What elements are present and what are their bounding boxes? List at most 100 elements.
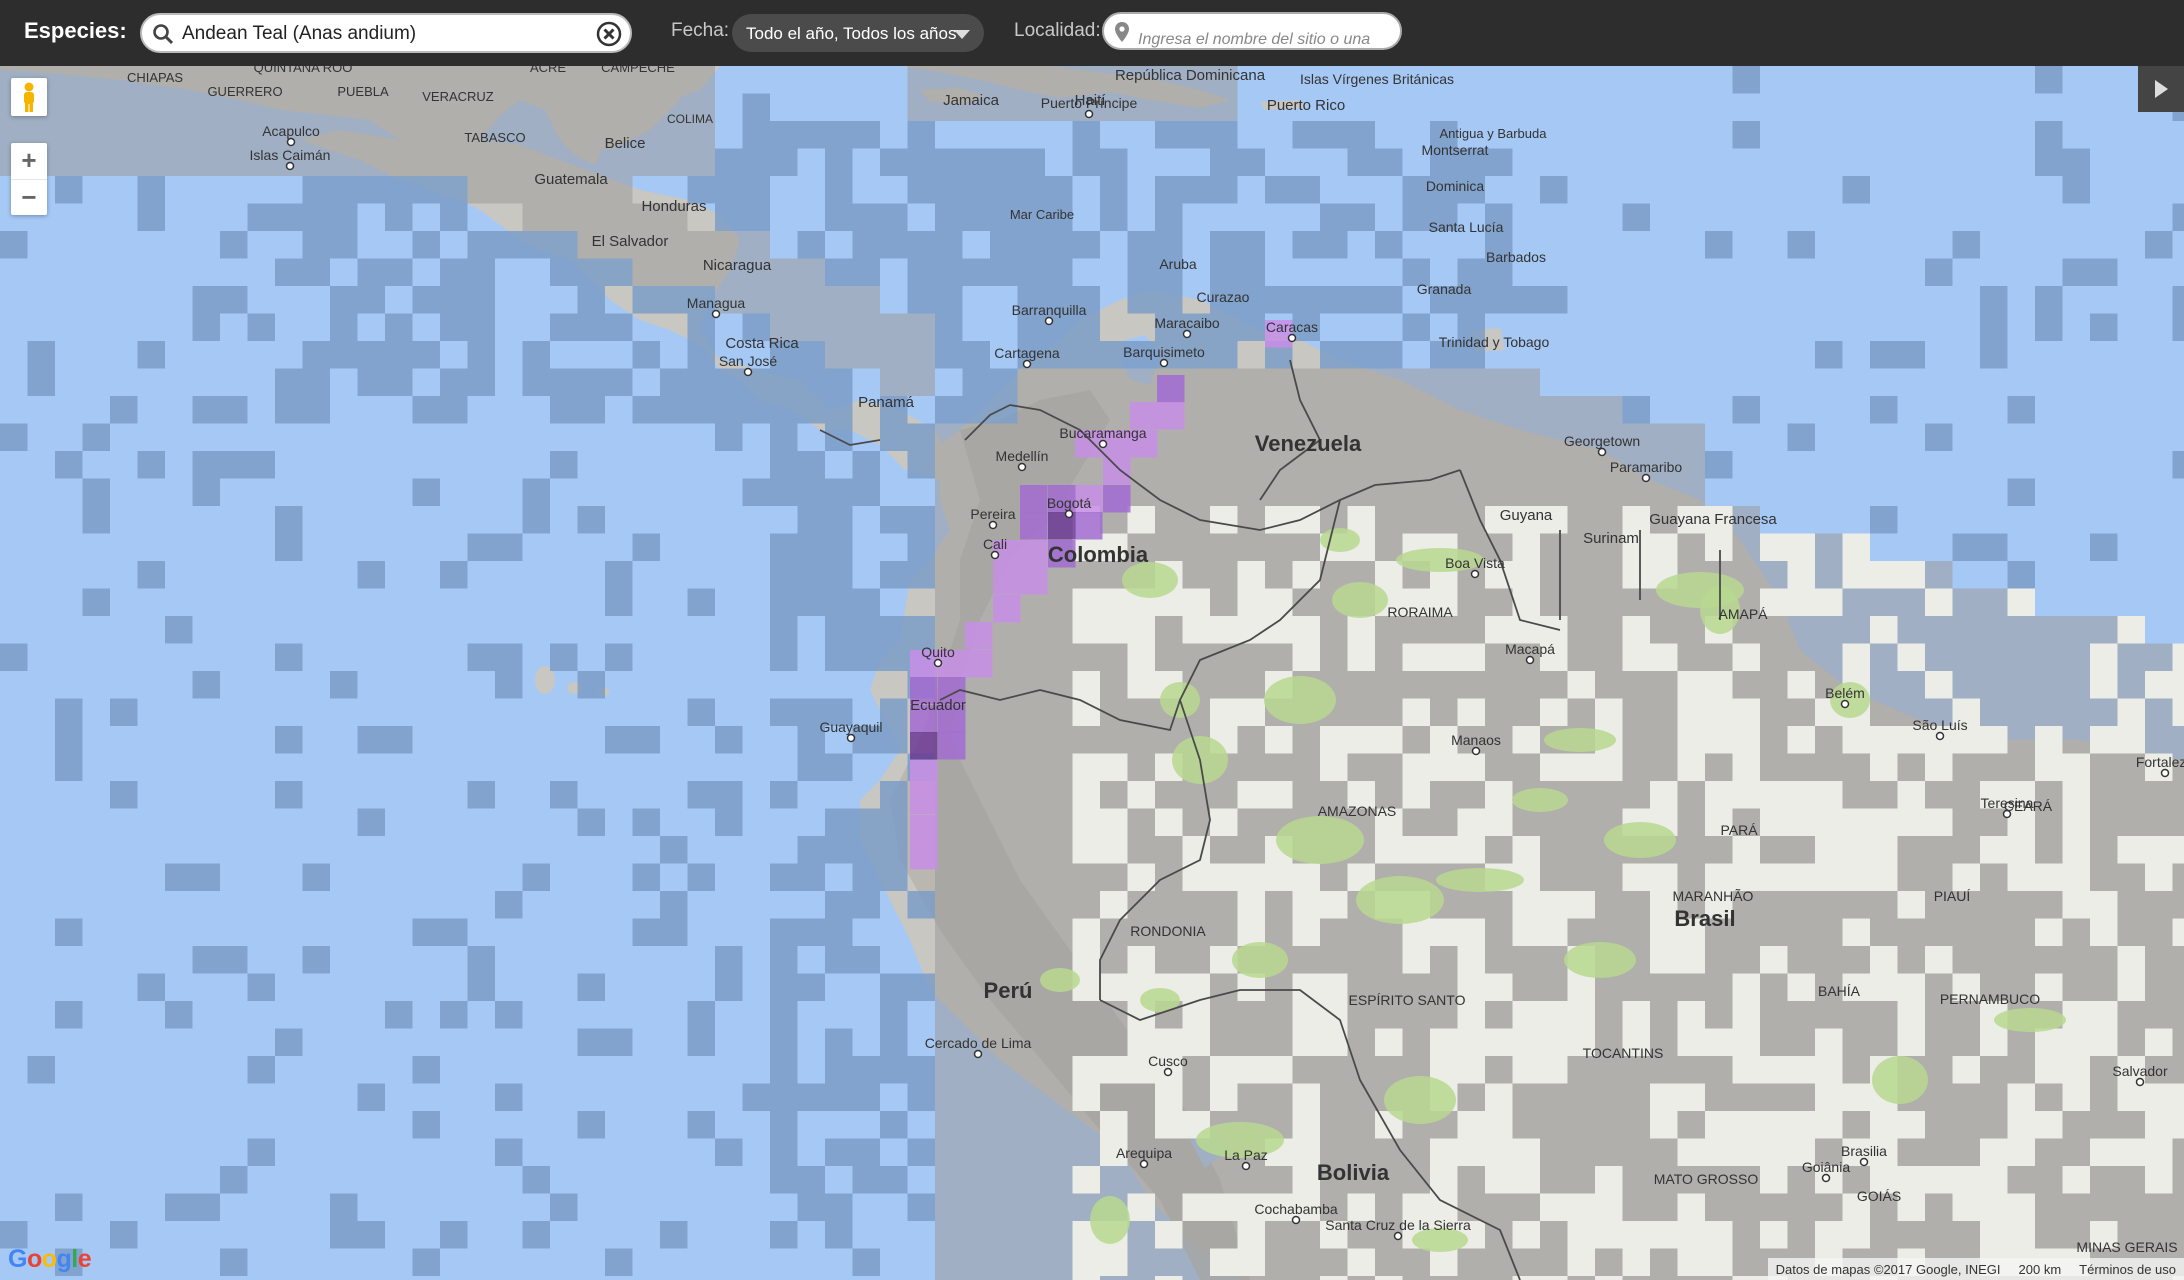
street-view-pegman[interactable] (11, 78, 47, 116)
effort-cell (770, 1111, 798, 1139)
effort-cell (1265, 753, 1293, 781)
effort-cell-unsampled (1980, 1028, 2008, 1056)
effort-cell-unsampled (1870, 561, 1898, 589)
effort-cell (1787, 1028, 1815, 1056)
effort-cell (2172, 973, 2184, 1001)
effort-cell (577, 506, 605, 534)
effort-cell (1925, 918, 1953, 946)
effort-cell (1650, 423, 1678, 451)
location-input[interactable]: Ingresa el nombre del sitio o una direcc… (1102, 12, 1402, 87)
effort-cell (1485, 671, 1513, 699)
effort-cell-unsampled (2062, 781, 2090, 809)
effort-cell (687, 1111, 715, 1139)
effort-cell (2090, 1111, 2118, 1139)
terms-link[interactable]: Términos de uso (2079, 1262, 2176, 1280)
effort-cell (192, 671, 220, 699)
effort-cell-unsampled (1677, 1001, 1705, 1029)
effort-cell-unsampled (1292, 863, 1320, 891)
effort-cell (440, 368, 468, 396)
google-logo[interactable]: Google (8, 1245, 92, 1274)
effort-cell (1925, 1083, 1953, 1111)
effort-cell-unsampled (1182, 1028, 1210, 1056)
effort-cell (1842, 753, 1870, 781)
city-label: Managua (687, 295, 746, 311)
effort-cell-unsampled (1292, 643, 1320, 671)
effort-cell (1705, 753, 1733, 781)
effort-cell (192, 478, 220, 506)
clear-icon[interactable] (596, 21, 622, 47)
effort-cell (220, 396, 248, 424)
effort-cell (1815, 891, 1843, 919)
effort-cell (1402, 1276, 1430, 1280)
effort-cell (852, 643, 880, 671)
effort-cell-unsampled (1457, 698, 1485, 726)
zoom-in-button[interactable]: + (11, 143, 47, 179)
effort-cell-unsampled (1980, 726, 2008, 754)
observation-cell (910, 815, 938, 843)
effort-cell (2007, 671, 2035, 699)
effort-cell-unsampled (2007, 1138, 2035, 1166)
effort-cell-unsampled (1402, 753, 1430, 781)
effort-cell (1100, 368, 1128, 396)
effort-cell (825, 368, 853, 396)
effort-cell-unsampled (1567, 1001, 1595, 1029)
effort-cell (1760, 1193, 1788, 1221)
effort-cell (330, 286, 358, 314)
effort-cell-unsampled (1430, 1138, 1458, 1166)
effort-cell (1320, 1056, 1348, 1084)
effort-cell (1182, 1166, 1210, 1194)
effort-cell (2062, 1193, 2090, 1221)
effort-cell (1210, 231, 1238, 259)
effort-cell (990, 808, 1018, 836)
effort-cell (632, 148, 660, 176)
date-dropdown[interactable]: Todo el año, Todos los años (732, 14, 984, 52)
side-panel-toggle[interactable] (2138, 66, 2184, 112)
effort-cell (2007, 561, 2035, 589)
effort-cell (1870, 341, 1898, 369)
effort-cell (1017, 1138, 1045, 1166)
species-search-input[interactable]: Andean Teal (Anas andium) (140, 13, 632, 53)
effort-cell (2035, 698, 2063, 726)
city-dot (1163, 1067, 1173, 1077)
effort-cell (440, 313, 468, 341)
effort-cell-unsampled (1292, 1111, 1320, 1139)
effort-cell (302, 203, 330, 231)
effort-cell-unsampled (2117, 836, 2145, 864)
region-label: GOIÁS (1857, 1188, 1901, 1204)
effort-cell-unsampled (1512, 1028, 1540, 1056)
effort-cell (1045, 698, 1073, 726)
effort-cell (990, 396, 1018, 424)
country-label: Nicaragua (703, 257, 772, 274)
effort-cell (1182, 561, 1210, 589)
effort-cell (825, 121, 853, 149)
country-label: Ecuador (910, 697, 966, 714)
effort-cell-unsampled (2035, 1111, 2063, 1139)
effort-cell-unsampled (1705, 1138, 1733, 1166)
effort-cell (1540, 286, 1568, 314)
effort-cell (2007, 1028, 2035, 1056)
effort-cell (1925, 258, 1953, 286)
effort-cell-unsampled (1237, 588, 1265, 616)
effort-cell (1842, 891, 1870, 919)
effort-cell (1540, 863, 1568, 891)
effort-cell (1100, 863, 1128, 891)
effort-cell (1045, 891, 1073, 919)
effort-cell-unsampled (1127, 863, 1155, 891)
effort-cell-unsampled (1457, 836, 1485, 864)
map-canvas[interactable]: Venezuela Colombia Ecuador Perú Brasil Bolivi… (0, 66, 2184, 1280)
effort-cell (742, 231, 770, 259)
effort-cell (742, 176, 770, 204)
effort-cell (1760, 561, 1788, 589)
effort-cell (1870, 781, 1898, 809)
effort-cell (55, 148, 83, 176)
effort-cell-unsampled (1595, 1221, 1623, 1249)
effort-cell-unsampled (1732, 753, 1760, 781)
effort-cell (1045, 1166, 1073, 1194)
effort-cell (577, 1028, 605, 1056)
map-layer[interactable]: VenezuelaColombiaEcuadorPerúBrasilBolivi… (0, 66, 2184, 1280)
effort-cell-unsampled (1072, 808, 1100, 836)
city-label: Barquisimeto (1123, 344, 1205, 360)
effort-cell (990, 781, 1018, 809)
effort-cell (385, 148, 413, 176)
zoom-out-button[interactable]: − (11, 179, 47, 216)
